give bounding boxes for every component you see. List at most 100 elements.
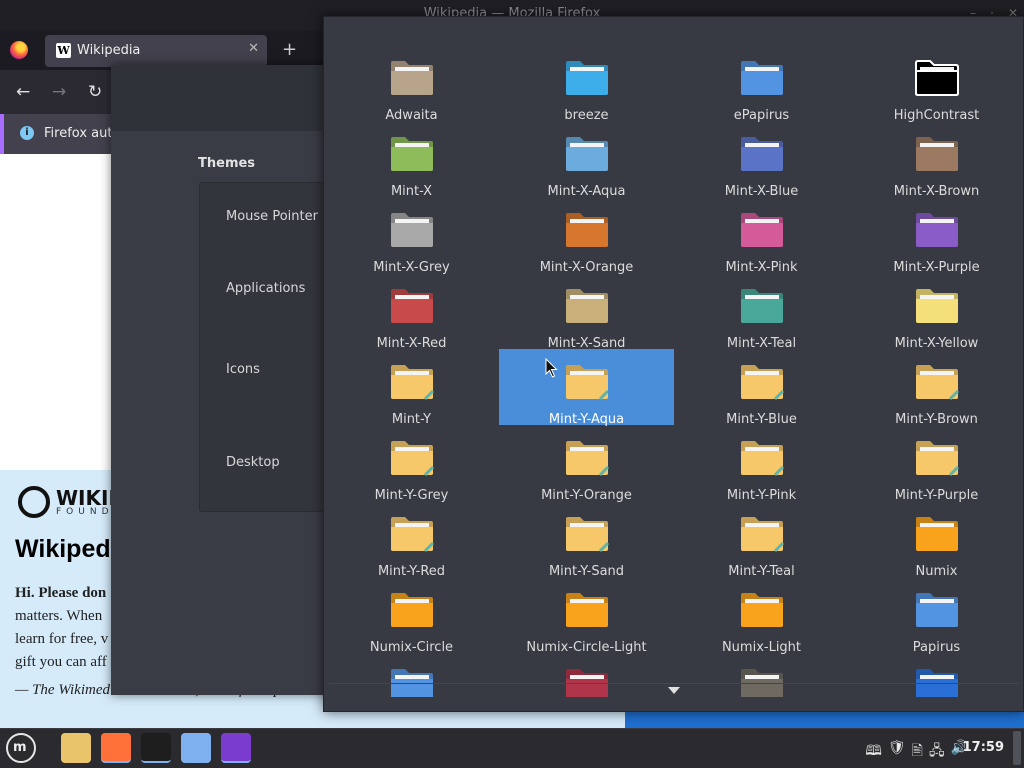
themes-item-mouse-pointer[interactable]: Mouse Pointer [226, 209, 318, 224]
icon-theme-mint-x-grey[interactable]: Mint-X-Grey [324, 197, 499, 275]
themes-section-title: Themes [198, 156, 256, 171]
icon-theme-numix[interactable]: Numix [849, 501, 1024, 579]
update-manager-icon[interactable]: 🕮 [865, 740, 882, 764]
icon-theme-mint-x-orange[interactable]: Mint-X-Orange [499, 197, 674, 275]
terminal-launcher-icon[interactable] [141, 733, 171, 763]
icon-theme-papirus[interactable]: Papirus [849, 577, 1024, 655]
notification-text: Firefox auto [44, 126, 121, 141]
icon-theme-mint-x-pink[interactable]: Mint-X-Pink [674, 197, 849, 275]
files-launcher-icon[interactable] [61, 733, 91, 763]
icon-theme-partial-35[interactable] [849, 653, 1024, 697]
show-desktop-button[interactable] [1013, 731, 1021, 765]
icon-theme-mint-y-sand[interactable]: Mint-Y-Sand [499, 501, 674, 579]
themes-item-applications[interactable]: Applications [226, 281, 305, 296]
reload-button[interactable]: ↻ [88, 82, 102, 102]
back-button[interactable]: ← [16, 82, 30, 102]
icon-theme-mint-x-aqua[interactable]: Mint-X-Aqua [499, 121, 674, 199]
icon-theme-mint-y-orange[interactable]: Mint-Y-Orange [499, 425, 674, 503]
folder-icon [566, 441, 610, 477]
folder-icon [566, 365, 610, 401]
icon-theme-mint-x-blue[interactable]: Mint-X-Blue [674, 121, 849, 199]
icon-theme-mint-x-sand[interactable]: Mint-X-Sand [499, 273, 674, 351]
system-tray: 🕮 🛡 🖹 🖧 🔊 [865, 740, 968, 764]
folder-icon [566, 213, 608, 247]
notes-icon[interactable]: 🖹 [912, 740, 923, 764]
folder-icon [741, 289, 783, 323]
folder-icon [741, 517, 785, 553]
divider [329, 683, 1019, 684]
folder-icon [916, 669, 958, 697]
icon-theme-adwaita[interactable]: Adwaita [324, 45, 499, 123]
forward-button[interactable]: → [52, 82, 66, 102]
icon-theme-highcontrast[interactable]: HighContrast [849, 45, 1024, 123]
folder-icon [391, 517, 435, 553]
themes-item-icons[interactable]: Icons [226, 362, 260, 377]
icon-theme-partial-34[interactable] [674, 653, 849, 697]
wikimedia-logo-subtext: FOUND [56, 507, 114, 517]
icon-theme-epapirus[interactable]: ePapirus [674, 45, 849, 123]
scroll-down-icon[interactable] [668, 687, 680, 694]
paint-launcher-icon[interactable] [221, 733, 251, 763]
icon-theme-mint-x-purple[interactable]: Mint-X-Purple [849, 197, 1024, 275]
folder-icon [915, 60, 959, 96]
banner-heading: Wikiped [15, 535, 111, 563]
network-icon[interactable]: 🖧 [929, 740, 945, 764]
clock[interactable]: 17:59 [963, 740, 1004, 755]
icon-theme-mint-x[interactable]: Mint-X [324, 121, 499, 199]
wikipedia-favicon-icon: W [56, 43, 71, 58]
folder-icon [916, 517, 958, 551]
icon-theme-mint-x-teal[interactable]: Mint-X-Teal [674, 273, 849, 351]
folder-icon [566, 517, 610, 553]
icon-theme-mint-y-pink[interactable]: Mint-Y-Pink [674, 425, 849, 503]
folder-icon [916, 289, 958, 323]
folder-icon [391, 137, 433, 171]
banner-strip [625, 710, 1024, 728]
folder-icon [741, 669, 783, 697]
folder-icon [916, 593, 958, 627]
icon-theme-mint-y-brown[interactable]: Mint-Y-Brown [849, 349, 1024, 427]
icon-theme-numix-circle[interactable]: Numix-Circle [324, 577, 499, 655]
folder-icon [566, 289, 608, 323]
icon-theme-mint-y[interactable]: Mint-Y [324, 349, 499, 427]
icon-theme-partial-33[interactable] [499, 653, 674, 697]
new-tab-button[interactable]: + [282, 39, 297, 60]
icon-theme-mint-x-red[interactable]: Mint-X-Red [324, 273, 499, 351]
icon-theme-grid: Adwaita breeze ePapirus HighContrast Mint-X M… [324, 17, 1024, 697]
folder-icon [391, 593, 433, 627]
banner-line: learn for free, v [15, 631, 109, 647]
icon-theme-partial-32[interactable] [324, 653, 499, 697]
folder-icon [391, 669, 433, 697]
themes-item-desktop[interactable]: Desktop [226, 455, 280, 470]
icon-theme-numix-light[interactable]: Numix-Light [674, 577, 849, 655]
icon-theme-mint-x-yellow[interactable]: Mint-X-Yellow [849, 273, 1024, 351]
banner-line: Hi. Please don [15, 585, 107, 601]
banner-line: matters. When [15, 608, 103, 624]
firefox-logo-icon[interactable] [10, 41, 28, 59]
folder-icon [566, 593, 608, 627]
icon-theme-mint-y-purple[interactable]: Mint-Y-Purple [849, 425, 1024, 503]
icon-theme-numix-circle-light[interactable]: Numix-Circle-Light [499, 577, 674, 655]
tab-close-icon[interactable]: ✕ [248, 41, 259, 56]
folder-icon [391, 213, 433, 247]
mouse-cursor-icon [545, 358, 558, 378]
icon-theme-mint-y-aqua[interactable]: Mint-Y-Aqua [499, 349, 674, 427]
folder-icon [391, 289, 433, 323]
folder-icon [741, 593, 783, 627]
folder-launcher-icon[interactable] [181, 733, 211, 763]
icon-theme-breeze[interactable]: breeze [499, 45, 674, 123]
folder-icon [916, 137, 958, 171]
firefox-launcher-icon[interactable] [101, 733, 131, 763]
icon-theme-chooser: Adwaita breeze ePapirus HighContrast Mint-X M… [323, 16, 1024, 712]
folder-icon [391, 61, 433, 95]
icon-theme-mint-y-blue[interactable]: Mint-Y-Blue [674, 349, 849, 427]
folder-icon [566, 61, 608, 95]
icon-theme-mint-y-grey[interactable]: Mint-Y-Grey [324, 425, 499, 503]
icon-theme-mint-y-teal[interactable]: Mint-Y-Teal [674, 501, 849, 579]
folder-icon [391, 365, 435, 401]
icon-theme-mint-x-brown[interactable]: Mint-X-Brown [849, 121, 1024, 199]
folder-icon [916, 441, 960, 477]
shield-icon[interactable]: 🛡 [888, 740, 906, 764]
icon-theme-mint-y-red[interactable]: Mint-Y-Red [324, 501, 499, 579]
tab-wikipedia[interactable]: W Wikipedia ✕ [45, 35, 267, 67]
folder-icon [741, 365, 785, 401]
